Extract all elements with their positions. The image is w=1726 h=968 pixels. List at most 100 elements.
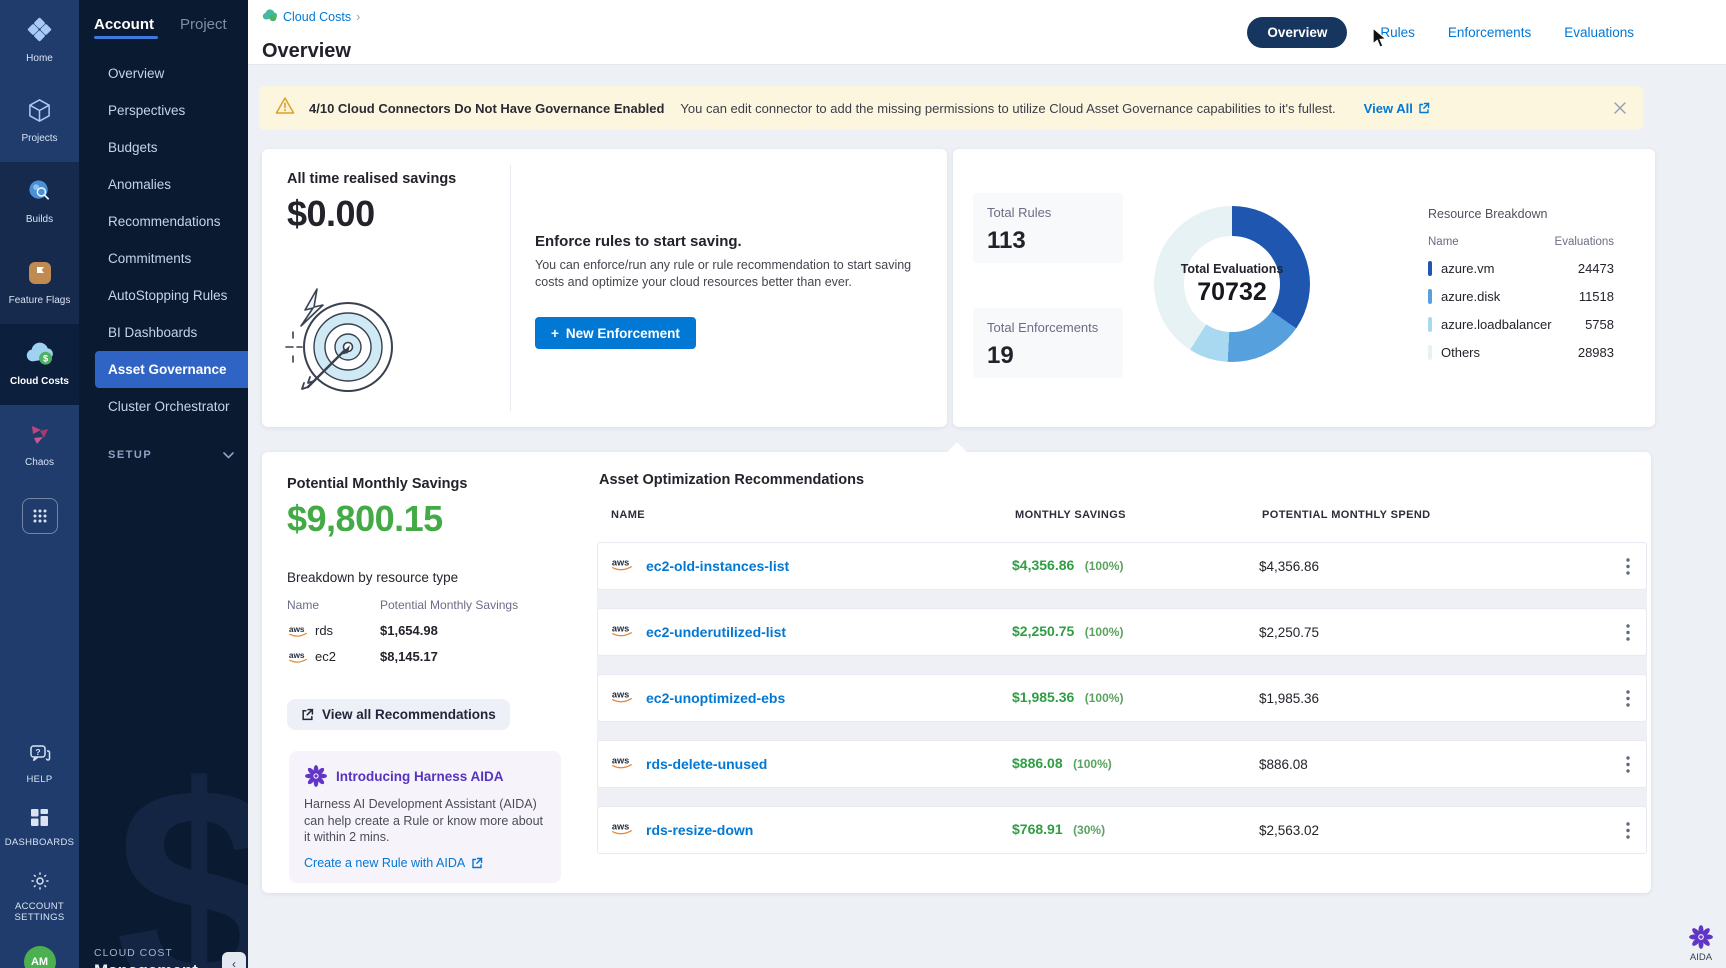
banner-close-icon[interactable]	[1613, 101, 1627, 115]
aida-create-rule-link[interactable]: Create a new Rule with AIDA	[304, 856, 546, 870]
resource-savings-value: $8,145.17	[380, 649, 438, 664]
scope-tab[interactable]: Project	[180, 16, 227, 39]
resource-breakdown-legend: Resource Breakdown Name Evaluations azur…	[1428, 207, 1614, 360]
nav-builds[interactable]: Builds	[0, 162, 79, 243]
aida-body: Harness AI Development Assistant (AIDA) …	[304, 796, 546, 846]
row-menu-icon[interactable]	[1610, 807, 1646, 853]
aws-icon: aws	[610, 753, 634, 770]
row-menu-icon[interactable]	[1610, 741, 1646, 787]
recommendation-link[interactable]: rds-delete-unused	[646, 756, 1012, 772]
monthly-savings-value: $1,985.36	[1012, 689, 1074, 705]
view-all-recommendations-button[interactable]: View all Recommendations	[287, 699, 510, 730]
monthly-savings-value: $886.08	[1012, 755, 1063, 771]
nav-chaos[interactable]: Chaos	[0, 405, 79, 486]
row-menu-icon[interactable]	[1610, 543, 1646, 589]
module-picker-icon[interactable]	[22, 498, 58, 534]
new-enforcement-button[interactable]: + New Enforcement	[535, 317, 696, 349]
recommendation-link[interactable]: ec2-underutilized-list	[646, 624, 1012, 640]
projects-cube-icon	[27, 98, 52, 128]
nav-chaos-label: Chaos	[25, 457, 54, 469]
savings-percent: (100%)	[1085, 559, 1124, 573]
governance-tab[interactable]: Overview	[1247, 17, 1347, 48]
nav-builds-label: Builds	[26, 214, 53, 226]
help-button[interactable]: ? HELP	[26, 744, 52, 786]
harness-logo-icon	[26, 16, 53, 48]
aws-icon: aws	[610, 621, 634, 638]
legend-name: azure.vm	[1441, 261, 1578, 276]
new-enforcement-label: New Enforcement	[566, 326, 680, 341]
governance-tab[interactable]: Evaluations	[1564, 25, 1634, 40]
governance-tab[interactable]: Enforcements	[1448, 25, 1531, 40]
legend-rows: azure.vm 24473 azure.disk 11518 azure.lo…	[1428, 261, 1614, 360]
sidebar-item[interactable]: BI Dashboards	[79, 314, 248, 351]
evaluations-card: Total Rules 113 Total Enforcements 19 To…	[953, 149, 1655, 427]
savings-recommendations-panel: Potential Monthly Savings $9,800.15 Brea…	[262, 452, 1651, 893]
nav-feature-flags-label: Feature Flags	[9, 295, 71, 307]
legend-name: Others	[1441, 345, 1578, 360]
legend-swatch	[1428, 345, 1432, 360]
sidebar-setup-toggle[interactable]: SETUP	[108, 446, 234, 464]
potential-monthly-spend-value: $4,356.86	[1259, 559, 1610, 574]
legend-col-evaluations: Evaluations	[1555, 236, 1614, 248]
aws-icon: aws	[287, 649, 309, 664]
table-row: aws ec2-unoptimized-ebs $1,985.36 (100%)…	[597, 674, 1647, 722]
potential-breakdown-table: Name Potential Monthly Savings aws rds $…	[287, 598, 567, 664]
col-name: NAME	[611, 509, 1015, 521]
sidebar-menu: Overview Perspectives BudgetsAnomalies Reco…	[79, 55, 248, 425]
svg-text:aws: aws	[289, 624, 305, 634]
breadcrumb: Cloud Costs ›	[262, 9, 360, 25]
legend-evaluations: 28983	[1578, 345, 1614, 360]
sidebar-item[interactable]: Budgets	[79, 129, 248, 166]
row-menu-icon[interactable]	[1610, 609, 1646, 655]
svg-text:aws: aws	[612, 623, 629, 633]
nav-cloud-costs[interactable]: $ Cloud Costs	[0, 324, 79, 405]
potential-rows: aws rds $1,654.98 aws ec2	[287, 623, 567, 664]
nav-home[interactable]: Home	[0, 0, 79, 81]
banner-view-all-link[interactable]: View All	[1364, 101, 1430, 116]
aida-floating-button[interactable]: AIDA	[1678, 924, 1724, 963]
svg-text:aws: aws	[612, 689, 629, 699]
recommendation-link[interactable]: ec2-old-instances-list	[646, 558, 1012, 574]
potential-monthly-spend-value: $2,563.02	[1259, 823, 1610, 838]
recommendation-link[interactable]: rds-resize-down	[646, 822, 1012, 838]
nav-feature-flags[interactable]: Feature Flags	[0, 243, 79, 324]
sidebar-scope-tabs: Account Project	[79, 0, 248, 39]
realised-savings-card: All time realised savings $0.00 Enforce …	[262, 149, 947, 427]
sidebar-collapse-button[interactable]: ‹	[222, 952, 246, 968]
sidebar-item[interactable]: Overview	[79, 55, 248, 92]
sidebar-item[interactable]: Recommendations	[79, 203, 248, 240]
cloud-costs-sidebar: $ AccountProject OverviewPerspectivesBud…	[79, 0, 248, 968]
aida-flower-icon	[1688, 924, 1714, 950]
banner-title: 4/10 Cloud Connectors Do Not Have Govern…	[309, 101, 664, 116]
total-enforcements-label: Total Enforcements	[987, 320, 1109, 335]
account-settings-label: ACCOUNT SETTINGS	[4, 902, 76, 924]
resource-savings-value: $1,654.98	[380, 623, 438, 638]
breadcrumb-link[interactable]: Cloud Costs	[283, 10, 351, 24]
sidebar-item[interactable]: Cluster Orchestrator	[79, 388, 248, 425]
sidebar-item[interactable]: Commitments	[79, 240, 248, 277]
cloud-costs-breadcrumb-icon	[262, 9, 278, 25]
sidebar-item-label: Asset Governance	[108, 362, 227, 377]
dashboards-button[interactable]: DASHBOARDS	[5, 808, 75, 849]
account-settings-button[interactable]: ACCOUNT SETTINGS	[4, 871, 76, 924]
sidebar-item-label: Recommendations	[108, 214, 221, 229]
recommendation-link[interactable]: ec2-unoptimized-ebs	[646, 690, 1012, 706]
sidebar-item[interactable]: Perspectives	[79, 92, 248, 129]
target-illustration	[284, 283, 398, 400]
sidebar-item[interactable]: AutoStopping Rules	[79, 277, 248, 314]
resource-type-label: ec2	[315, 649, 336, 664]
table-row: aws ec2-underutilized-list $2,250.75 (10…	[597, 608, 1647, 656]
sidebar-item[interactable]: Anomalies	[79, 166, 248, 203]
potential-row: aws ec2 $8,145.17	[287, 649, 567, 664]
nav-projects[interactable]: Projects	[0, 81, 79, 162]
sidebar-item-label: Perspectives	[108, 103, 185, 118]
governance-tab[interactable]: Rules	[1380, 25, 1415, 40]
app-root: Home Projects Builds	[0, 0, 1726, 968]
sidebar-item[interactable]: Asset Governance	[95, 351, 248, 388]
scope-tab[interactable]: Account	[94, 16, 154, 39]
user-avatar[interactable]: AM	[24, 946, 56, 968]
row-menu-icon[interactable]	[1610, 675, 1646, 721]
banner-message: You can edit connector to add the missin…	[680, 101, 1335, 116]
aida-float-label: AIDA	[1690, 952, 1712, 963]
module-picker-cell	[0, 486, 79, 546]
